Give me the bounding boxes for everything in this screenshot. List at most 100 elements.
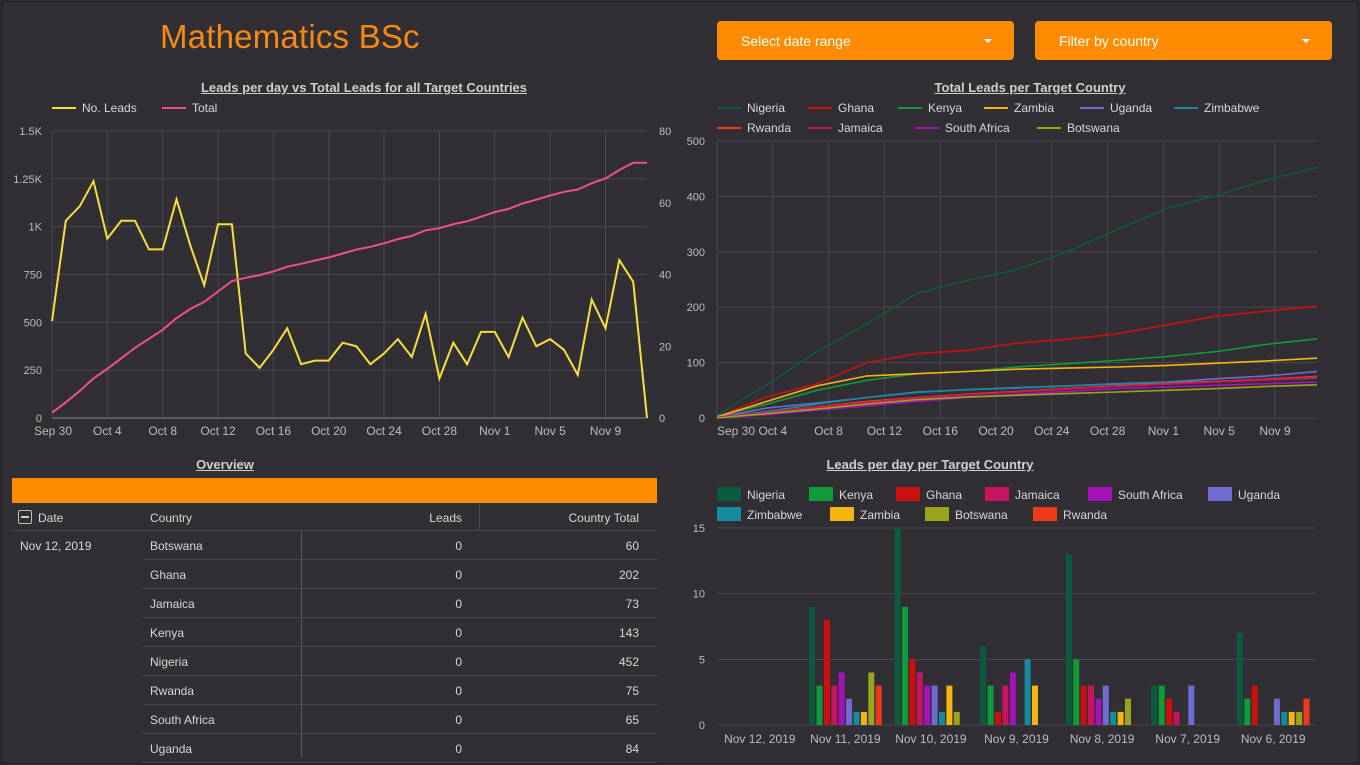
- y-axis-tick: 100: [687, 358, 705, 370]
- bar-uganda: [846, 698, 853, 725]
- bar-south-africa: [1095, 698, 1102, 725]
- table-header-bar: [12, 478, 657, 503]
- table-cell-country: South Africa: [150, 713, 215, 727]
- bar-uganda: [1102, 685, 1109, 725]
- bar-south-africa: [1009, 672, 1016, 725]
- bar-ghana: [1251, 685, 1258, 725]
- legend-swatch: [1088, 487, 1112, 501]
- x-axis-tick: Oct 16: [256, 424, 292, 438]
- right-axis-tick: 0: [659, 413, 665, 425]
- bar-zambia: [860, 711, 867, 725]
- caret-down-icon: [1302, 39, 1310, 43]
- x-axis-tick: Oct 20: [978, 424, 1014, 438]
- legend-label: Jamaica: [838, 121, 883, 135]
- legend-label: Kenya: [839, 488, 873, 502]
- x-axis-tick: Nov 9: [1259, 424, 1291, 438]
- x-axis-tick: Nov 8, 2019: [1070, 732, 1135, 746]
- total-per-country-chart: Nigeria Ghana Kenya Zambia Uganda Zimbabwe Rwa…: [687, 101, 1318, 438]
- right-axis-tick: 40: [659, 270, 671, 282]
- bar-ghana: [909, 659, 916, 725]
- bar-uganda: [931, 685, 938, 725]
- bar-zimbabwe: [1110, 711, 1117, 725]
- country-filter-dropdown[interactable]: Filter by country: [1035, 21, 1332, 60]
- bar-ghana: [823, 619, 830, 725]
- x-axis-tick: Nov 7, 2019: [1155, 732, 1220, 746]
- table-cell-country-total: 60: [625, 539, 639, 553]
- legend-swatch: [985, 487, 1009, 501]
- x-axis-tick: Oct 4: [758, 424, 787, 438]
- legend-label: Nigeria: [747, 488, 785, 502]
- bar-zimbabwe: [1024, 659, 1031, 725]
- bar-south-africa: [924, 685, 931, 725]
- legend-label: Uganda: [1110, 101, 1152, 115]
- row-divider: [142, 762, 657, 763]
- right-axis-tick: 20: [659, 341, 671, 353]
- date-range-dropdown[interactable]: Select date range: [717, 21, 1014, 60]
- bar-kenya: [902, 606, 908, 725]
- y-axis-tick: 500: [687, 136, 705, 148]
- legend-label: Rwanda: [1063, 508, 1107, 522]
- page-title: Mathematics BSc: [160, 18, 420, 55]
- legend-label: Zambia: [860, 508, 900, 522]
- table-cell-country-total: 65: [625, 713, 639, 727]
- x-axis-tick: Oct 12: [867, 424, 903, 438]
- bar-nigeria: [1151, 685, 1158, 725]
- y-axis-tick: 10: [693, 589, 705, 601]
- x-axis-tick: Nov 12, 2019: [724, 732, 796, 746]
- series-line-ghana: [716, 305, 1318, 418]
- left-axis-tick: 250: [24, 365, 42, 377]
- column-header-date[interactable]: Date: [38, 511, 63, 525]
- bar-nigeria: [1236, 633, 1243, 725]
- series-line-total: [51, 161, 647, 414]
- legend-label: Botswana: [1067, 121, 1120, 135]
- x-axis-tick: Oct 4: [93, 424, 122, 438]
- column-header-leads[interactable]: Leads: [429, 511, 462, 525]
- x-axis-tick: Oct 8: [148, 424, 177, 438]
- bar-jamaica: [1002, 685, 1009, 725]
- table-cell-leads: 0: [455, 597, 462, 611]
- legend-swatch: [830, 507, 854, 521]
- legend-swatch: [925, 507, 949, 521]
- chart-title-leads-per-day-country: Leads per day per Target Country: [826, 457, 1034, 472]
- table-cell-leads: 0: [455, 684, 462, 698]
- bar-nigeria: [894, 528, 901, 725]
- left-axis-tick: 1.5K: [19, 126, 42, 138]
- table-row: Ghana 0 202: [12, 560, 657, 589]
- table-cell-leads: 0: [455, 655, 462, 669]
- legend-label: Ghana: [926, 488, 962, 502]
- y-axis-tick: 0: [699, 413, 705, 425]
- table-row: Kenya 0 143: [12, 618, 657, 647]
- x-axis-tick: Oct 24: [366, 424, 402, 438]
- left-axis-tick: 500: [24, 317, 42, 329]
- column-header-country-total[interactable]: Country Total: [569, 511, 639, 525]
- legend-label: Total: [192, 101, 217, 115]
- y-axis-tick: 400: [687, 191, 705, 203]
- table-cell-country-total: 73: [625, 597, 639, 611]
- table-row: South Africa 0 65: [12, 705, 657, 734]
- table-cell-country-total: 202: [618, 568, 639, 582]
- left-axis-tick: 750: [24, 270, 42, 282]
- legend-label: Jamaica: [1015, 488, 1060, 502]
- x-axis-tick: Nov 1: [1148, 424, 1180, 438]
- chart-title-leads-vs-total: Leads per day vs Total Leads for all Tar…: [200, 80, 528, 95]
- x-axis-tick: Nov 5: [534, 424, 566, 438]
- bar-zambia: [1117, 711, 1124, 725]
- bar-jamaica: [1173, 711, 1180, 725]
- legend-label: Zimbabwe: [1204, 101, 1260, 115]
- collapse-icon[interactable]: [18, 510, 32, 524]
- chart-title-total-per-country: Total Leads per Target Country: [934, 80, 1126, 95]
- bar-kenya: [1073, 659, 1080, 725]
- x-axis-tick: Oct 20: [311, 424, 347, 438]
- legend-swatch: [1208, 487, 1232, 501]
- column-header-country[interactable]: Country: [150, 511, 192, 525]
- table-row: Uganda 0 84: [12, 734, 657, 763]
- x-axis-tick: Nov 10, 2019: [895, 732, 967, 746]
- bar-ghana: [1166, 698, 1173, 725]
- legend-label: Botswana: [955, 508, 1008, 522]
- bar-kenya: [987, 685, 994, 725]
- bar-jamaica: [831, 685, 838, 725]
- column-divider: [301, 531, 302, 757]
- x-axis-tick: Oct 28: [422, 424, 458, 438]
- bar-botswana: [1125, 698, 1131, 725]
- bar-kenya: [1244, 698, 1251, 725]
